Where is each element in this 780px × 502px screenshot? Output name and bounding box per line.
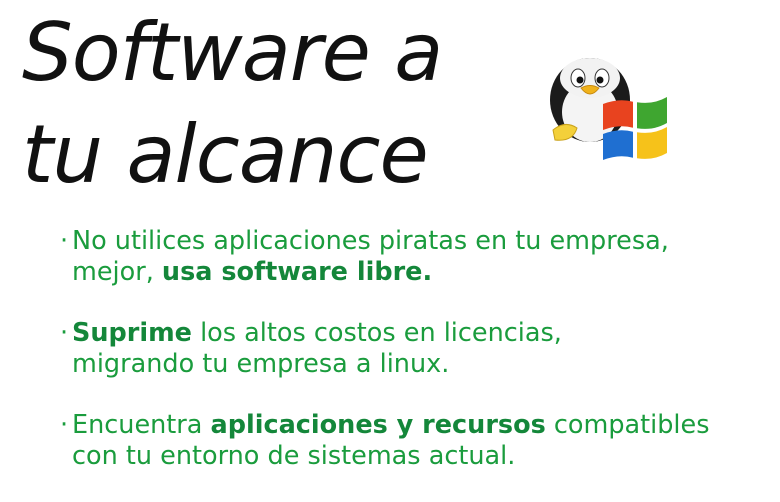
bullet-emphasis: aplicaciones y recursos bbox=[210, 410, 546, 440]
bullet-text: compatibles bbox=[545, 410, 710, 440]
bullet-text: No utilices aplicaciones piratas en tu e… bbox=[72, 226, 669, 256]
bullet-dot: · bbox=[60, 318, 69, 348]
bullet-emphasis: usa software libre. bbox=[161, 257, 433, 287]
bullet-line-2: migrando tu empresa a linux. bbox=[72, 349, 450, 379]
penguin-with-windows-flag-icon bbox=[545, 50, 680, 180]
bullet-dot: · bbox=[60, 226, 69, 256]
slide-title: Software a tu alcance bbox=[22, 2, 443, 206]
bullet-emphasis: Suprime bbox=[72, 318, 192, 348]
bullet-text: mejor, bbox=[72, 257, 162, 287]
bullet-item: · No utilices aplicaciones piratas en tu … bbox=[60, 226, 775, 288]
bullet-text: los altos costos en licencias, bbox=[191, 318, 562, 348]
bullet-item: · Encuentra aplicaciones y recursos compa… bbox=[60, 410, 775, 472]
bullet-list: · No utilices aplicaciones piratas en tu … bbox=[60, 226, 775, 502]
bullet-dot: · bbox=[60, 410, 69, 440]
title-line-2: tu alcance bbox=[22, 108, 429, 201]
bullet-item: · Suprime los altos costos en licencias, … bbox=[60, 318, 775, 380]
bullet-line-2: con tu entorno de sistemas actual. bbox=[72, 441, 516, 471]
title-line-1: Software a bbox=[22, 6, 443, 99]
bullet-line-2: mejor, usa software libre. bbox=[60, 257, 775, 288]
bullet-text: Encuentra bbox=[72, 410, 211, 440]
